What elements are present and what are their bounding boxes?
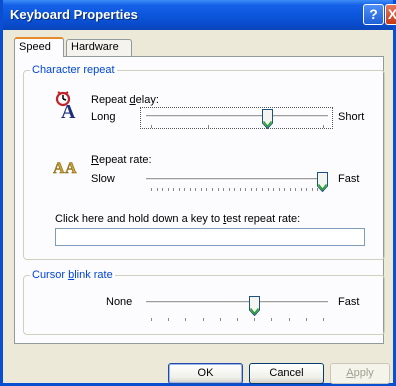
repeat-delay-icon: A [55, 91, 81, 123]
slider-tick [151, 125, 152, 128]
repeat-delay-label-pre: Repeat [91, 94, 130, 106]
test-repeat-input[interactable] [55, 228, 365, 246]
slider-tick [151, 318, 152, 321]
svg-text:A: A [65, 160, 77, 176]
slider-tick [267, 188, 269, 191]
slider-tick [167, 188, 169, 191]
slider-tick [237, 318, 238, 321]
repeat-rate-label-hotkey: R [91, 154, 99, 166]
repeat-delay-track [146, 115, 328, 118]
svg-text:A: A [61, 101, 76, 119]
slider-tick [168, 318, 170, 321]
test-repeat-label-post: est repeat rate: [226, 213, 301, 225]
tab-hardware[interactable]: Hardware [66, 39, 132, 56]
test-repeat-label-pre: Click here and hold down a key to [55, 213, 224, 225]
repeat-rate-max-label: Fast [338, 173, 360, 185]
slider-tick [305, 318, 307, 321]
repeat-rate-ticks [146, 188, 328, 192]
slider-tick [189, 188, 191, 191]
slider-tick [200, 188, 202, 191]
slider-tick [289, 188, 291, 191]
slider-tick [212, 188, 214, 191]
slider-tick [323, 125, 324, 128]
repeat-delay-label-post: elay: [135, 94, 159, 106]
repeat-delay-max-label: Short [338, 111, 365, 123]
svg-text:A: A [53, 160, 65, 176]
slider-tick [185, 318, 187, 321]
repeat-rate-icon: A A [53, 158, 83, 179]
slider-tick [234, 188, 236, 191]
slider-tick [195, 188, 197, 191]
cursor-blink-slider-thumb[interactable] [248, 296, 260, 317]
slider-tick [202, 318, 204, 321]
slider-tick [306, 188, 308, 191]
cursor-blink-min-label: None [106, 296, 133, 308]
slider-tick [284, 188, 286, 191]
repeat-delay-label: Repeat delay: [91, 94, 159, 106]
cancel-button[interactable]: Cancel [249, 363, 324, 384]
cursor-blink-ticks [146, 318, 328, 322]
slider-tick [271, 318, 273, 321]
repeat-rate-slider-thumb[interactable] [317, 172, 328, 193]
repeat-rate-track [146, 178, 328, 181]
slider-tick [151, 188, 152, 191]
slider-tick [217, 188, 219, 191]
slider-tick [156, 188, 158, 191]
slider-tick [256, 188, 258, 191]
slider-tick [173, 188, 175, 191]
slider-tick [184, 188, 186, 191]
apply-label-hotkey: A [346, 367, 354, 379]
slider-tick [261, 188, 263, 191]
cursor-blink-track [146, 301, 328, 304]
slider-tick [288, 318, 290, 321]
slider-tick [223, 188, 225, 191]
cursor-blink-legend-pre: Cursor [32, 269, 69, 281]
repeat-rate-label-post: epeat rate: [98, 154, 152, 166]
slider-tick [245, 188, 247, 191]
title-bar[interactable]: Keyboard Properties ? X [3, 0, 396, 30]
slider-tick [323, 318, 324, 321]
help-button[interactable]: ? [363, 4, 384, 25]
slider-tick [295, 188, 297, 191]
repeat-rate-min-label: Slow [91, 173, 115, 185]
repeat-delay-min-label: Long [91, 111, 116, 123]
character-repeat-legend: Character repeat [30, 64, 117, 76]
cursor-blink-max-label: Fast [338, 296, 360, 308]
slider-tick [228, 188, 230, 191]
cursor-blink-group: Cursor blink rate [23, 269, 385, 335]
slider-tick [311, 188, 313, 191]
slider-tick [239, 188, 241, 191]
slider-tick [206, 188, 208, 191]
repeat-delay-ticks [146, 125, 328, 129]
window-title: Keyboard Properties [10, 7, 138, 22]
slider-tick [178, 188, 180, 191]
test-repeat-label: Click here and hold down a key to test r… [55, 213, 300, 225]
close-button[interactable]: X [385, 4, 396, 25]
slider-tick [278, 188, 280, 191]
cursor-blink-legend: Cursor blink rate [30, 269, 115, 281]
slider-tick [208, 125, 210, 128]
cursor-blink-legend-post: link rate [74, 269, 113, 281]
apply-button[interactable]: Apply [330, 363, 390, 384]
help-icon: ? [369, 6, 378, 22]
tab-speed[interactable]: Speed [14, 37, 64, 57]
repeat-delay-slider-thumb[interactable] [262, 109, 274, 130]
slider-tick [219, 318, 221, 321]
slider-tick [250, 188, 252, 191]
close-icon: X [388, 6, 396, 22]
slider-tick [162, 188, 164, 191]
slider-tick [254, 318, 256, 321]
slider-tick [273, 188, 275, 191]
repeat-rate-label: Repeat rate: [91, 154, 152, 166]
apply-label-post: pply [353, 367, 374, 379]
ok-button[interactable]: OK [168, 363, 243, 384]
slider-tick [300, 188, 302, 191]
